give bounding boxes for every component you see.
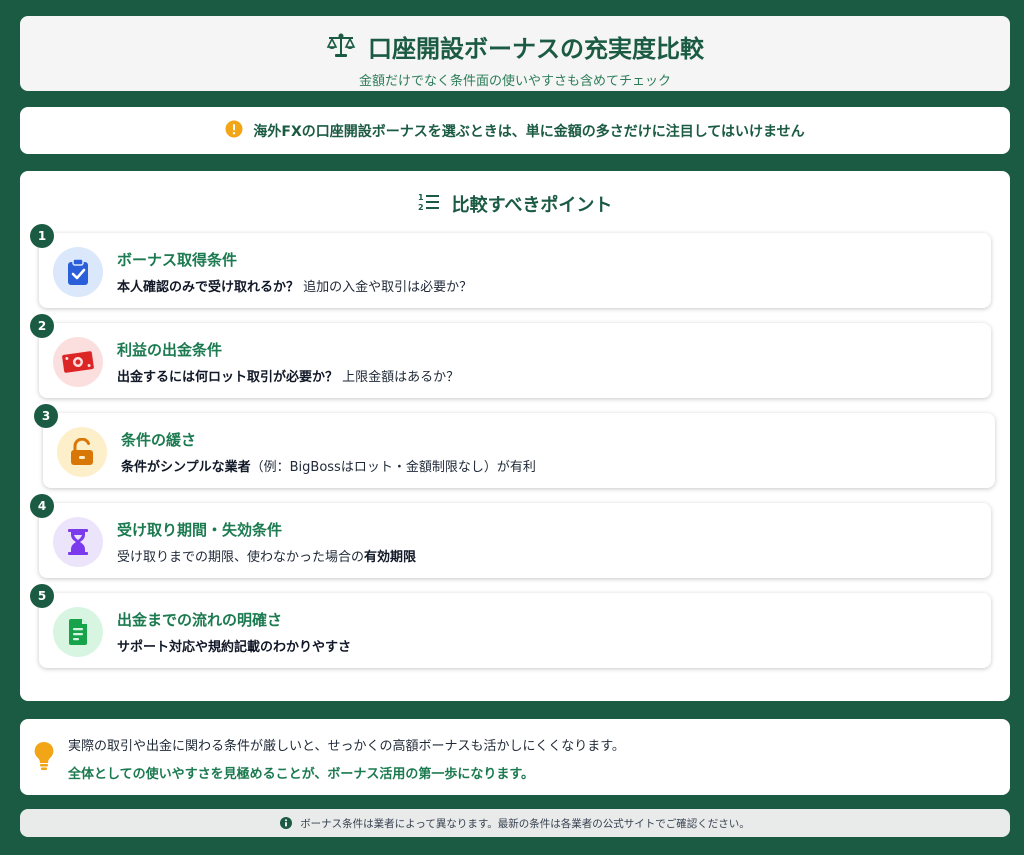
point-number: 5 (30, 584, 54, 608)
point-description: 本人確認のみで受け取れるか？ 追加の入金や取引は必要か？ (117, 280, 473, 295)
points-title: 比較すべきポイント (451, 195, 613, 216)
document-icon (53, 607, 103, 657)
point-title: 利益の出金条件 (117, 341, 223, 359)
point-description: 条件がシンプルな業者（例：BigBossはロット・金額制限なし）が有利 (121, 460, 536, 475)
lightbulb-icon (34, 741, 54, 775)
point-title: 受け取り期間・失効条件 (117, 521, 283, 539)
clipboard-check-icon (53, 247, 103, 297)
point-description: 出金するには何ロット取引が必要か？ 上限金額はあるか？ (117, 370, 460, 385)
summary-conclusion: 全体としての使いやすさを見極めることが、ボーナス活用の第一歩になります。 (68, 767, 535, 782)
summary-panel: 実際の取引や出金に関わる条件が厳しいと、せっかくの高額ボーナスも活かしにくくなり… (20, 719, 1010, 795)
warning-icon (225, 120, 243, 142)
point-card-clarity: 5 出金までの流れの明確さ サポート対応や規約記載のわかりやすさ (30, 584, 991, 668)
point-number: 1 (30, 224, 54, 248)
numbered-list-icon: 1 2 (418, 192, 440, 216)
point-card-leniency: 3 条件の緩さ 条件がシンプルな業者（例：BigBossはロット・金額制限なし）… (34, 404, 995, 488)
svg-text:1: 1 (418, 193, 424, 202)
point-number: 4 (30, 494, 54, 518)
unlock-icon (57, 427, 107, 477)
hourglass-icon (53, 517, 103, 567)
point-title: 出金までの流れの明確さ (117, 611, 283, 629)
point-card-period: 4 受け取り期間・失効条件 受け取りまでの期限、使わなかった場合の有効期限 (30, 494, 991, 578)
money-bill-icon (53, 337, 103, 387)
point-number: 3 (34, 404, 58, 428)
info-icon (280, 814, 293, 833)
notice-text: 海外FXの口座開設ボーナスを選ぶときは、単に金額の多さだけに注目してはいけません (253, 123, 805, 140)
svg-text:2: 2 (418, 203, 424, 212)
summary-text: 実際の取引や出金に関わる条件が厳しいと、せっかくの高額ボーナスも活かしにくくなり… (68, 739, 625, 754)
comparison-points-panel: 1 2 比較すべきポイント 1 ボーナス取得条件 本人確認のみで受け取れるか？ … (20, 171, 1010, 701)
footer-note: ボーナス条件は業者によって異なります。最新の条件は各業者の公式サイトでご確認くだ… (20, 809, 1010, 837)
header-panel: 口座開設ボーナスの充実度比較 金額だけでなく条件面の使いやすさも含めてチェック (20, 16, 1010, 91)
page-title: 口座開設ボーナスの充実度比較 (368, 35, 704, 63)
point-card-acquisition: 1 ボーナス取得条件 本人確認のみで受け取れるか？ 追加の入金や取引は必要か？ (30, 224, 991, 308)
notice-banner: 海外FXの口座開設ボーナスを選ぶときは、単に金額の多さだけに注目してはいけません (20, 107, 1010, 154)
point-card-withdrawal: 2 利益の出金条件 出金するには何ロット取引が必要か？ 上限金額はあるか？ (30, 314, 991, 398)
scale-icon (326, 32, 356, 62)
footer-text: ボーナス条件は業者によって異なります。最新の条件は各業者の公式サイトでご確認くだ… (300, 817, 750, 830)
point-number: 2 (30, 314, 54, 338)
page-subtitle: 金額だけでなく条件面の使いやすさも含めてチェック (358, 74, 671, 89)
point-title: ボーナス取得条件 (117, 251, 238, 269)
point-description: 受け取りまでの期限、使わなかった場合の有効期限 (117, 550, 417, 565)
point-title: 条件の緩さ (121, 431, 197, 449)
point-description: サポート対応や規約記載のわかりやすさ (117, 640, 352, 655)
